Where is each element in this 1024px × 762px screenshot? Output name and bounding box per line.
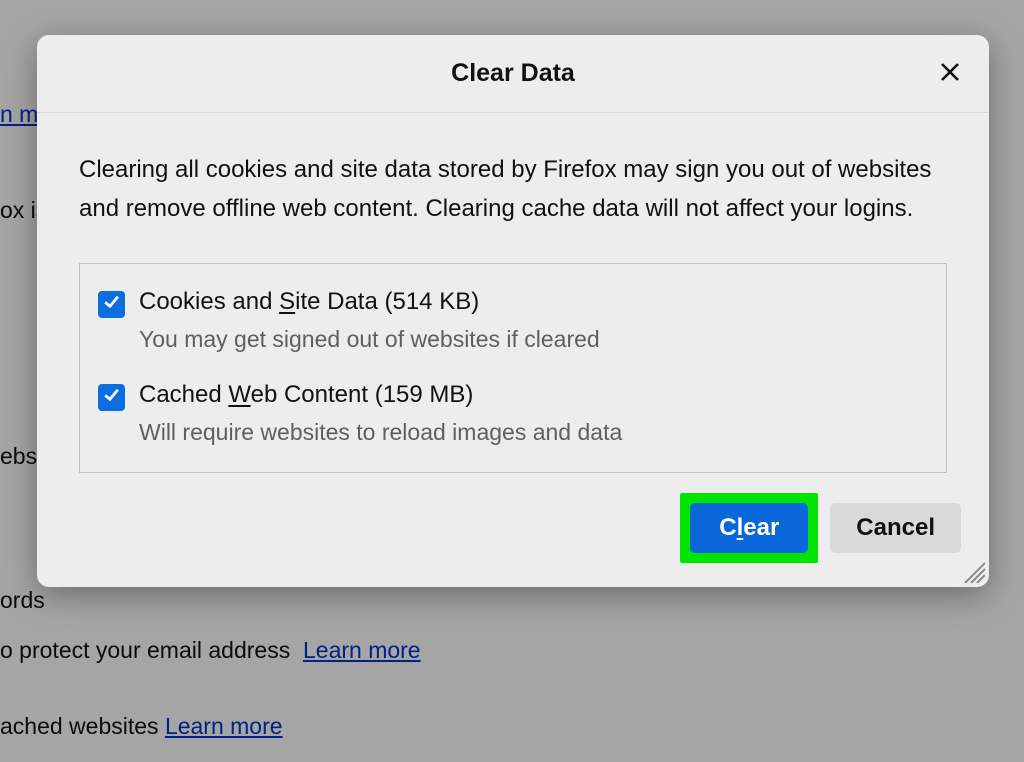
dialog-footer: Clear Cancel — [37, 473, 989, 587]
checkbox-cache[interactable] — [98, 384, 125, 411]
option-sublabel: Will require websites to reload images a… — [139, 419, 622, 446]
clear-button[interactable]: Clear — [690, 503, 808, 553]
option-cache: Cached Web Content (159 MB) Will require… — [98, 381, 928, 446]
option-cookies: Cookies and Site Data (514 KB) You may g… — [98, 288, 928, 353]
dialog-title: Clear Data — [451, 59, 575, 88]
dialog-header: Clear Data — [37, 35, 989, 113]
option-text: Cached Web Content (159 MB) Will require… — [139, 381, 622, 446]
option-label: Cookies and Site Data (514 KB) — [139, 288, 600, 316]
check-icon — [102, 292, 121, 316]
check-icon — [102, 385, 121, 409]
option-text: Cookies and Site Data (514 KB) You may g… — [139, 288, 600, 353]
checkbox-cookies[interactable] — [98, 291, 125, 318]
close-icon — [938, 60, 962, 89]
resize-grip[interactable] — [959, 557, 985, 583]
cancel-button[interactable]: Cancel — [830, 503, 961, 553]
option-sublabel: You may get signed out of websites if cl… — [139, 326, 600, 353]
dialog-body: Clearing all cookies and site data store… — [37, 113, 989, 473]
options-group: Cookies and Site Data (514 KB) You may g… — [79, 263, 947, 473]
close-button[interactable] — [933, 57, 967, 91]
option-label: Cached Web Content (159 MB) — [139, 381, 622, 409]
highlight-annotation: Clear — [680, 493, 818, 563]
dialog-description: Clearing all cookies and site data store… — [79, 151, 947, 229]
clear-data-dialog: Clear Data Clearing all cookies and site… — [37, 35, 989, 587]
